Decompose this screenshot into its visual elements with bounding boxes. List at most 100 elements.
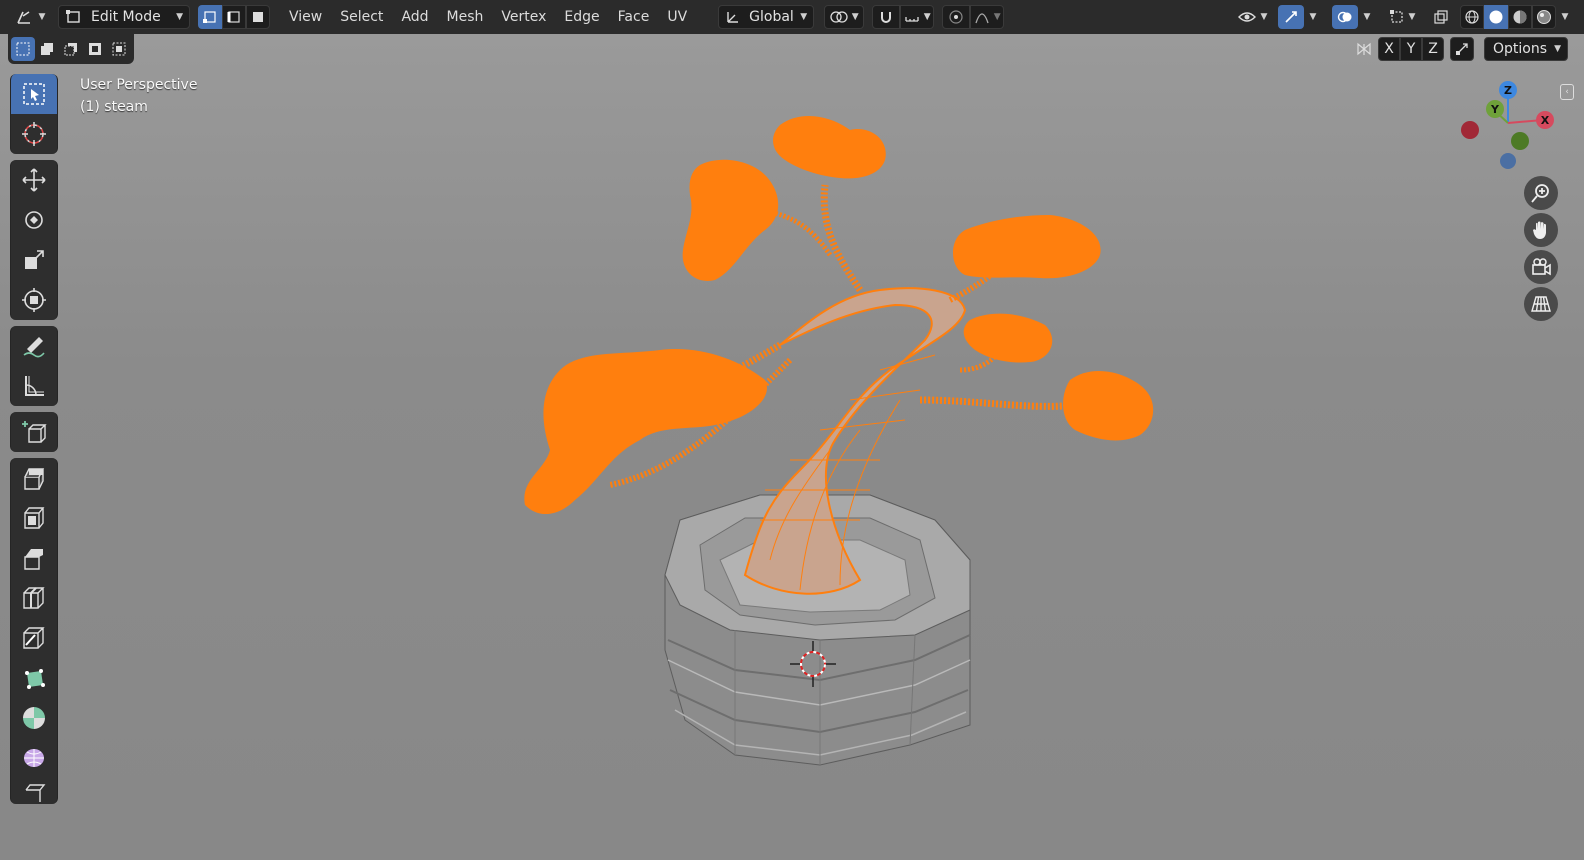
select-mode-group [198,5,270,29]
tool-rotate[interactable] [10,200,58,240]
mesh-edit-overlay-dropdown[interactable]: ▼ [1382,5,1422,29]
tool-poly-build[interactable] [10,658,58,698]
tool-transform[interactable] [10,280,58,320]
select-new-button[interactable] [11,37,35,61]
face-select-button[interactable] [246,5,270,29]
overlay-toggle[interactable] [1332,5,1358,29]
xray-toggle[interactable] [1428,5,1454,29]
editor-type-button[interactable]: ▼ [10,5,50,29]
material-shading-button[interactable] [1508,5,1532,29]
falloff-icon [975,13,989,24]
overlay-dropdown[interactable]: ▼ [1358,5,1376,29]
mirror-y-toggle[interactable]: Y [1400,37,1422,61]
annotate-icon [23,337,45,358]
menu-vertex[interactable]: Vertex [492,5,555,29]
tool-smooth[interactable] [10,738,58,778]
mirror-x-toggle[interactable]: X [1378,37,1400,61]
gizmo-neg-z-axis[interactable] [1500,153,1516,169]
zoom-button[interactable] [1524,176,1558,210]
move-icon [22,168,46,192]
snap-toggle[interactable] [872,5,901,29]
tool-loop-cut[interactable] [10,578,58,618]
edge-select-icon [227,11,240,23]
camera-view-button[interactable] [1524,250,1558,284]
tool-select-box[interactable] [10,74,58,114]
mirror-icon-button[interactable] [1350,37,1378,61]
snap-group: ▼ [872,5,935,29]
menu-face[interactable]: Face [609,5,659,29]
tool-bevel[interactable] [10,538,58,578]
solid-shading-button[interactable] [1484,5,1508,29]
rendered-shading-button[interactable] [1532,5,1556,29]
select-extend-button[interactable] [35,37,59,61]
inset-icon [24,507,45,529]
mirror-z-toggle[interactable]: Z [1422,37,1444,61]
pivot-point-dropdown[interactable]: ▼ [824,5,865,29]
chevron-down-icon: ▼ [1561,12,1569,22]
axis-icon [16,11,30,24]
vertex-select-button[interactable] [198,5,222,29]
3d-viewport[interactable] [0,34,1584,860]
mesh-overlay-icon [1389,10,1403,23]
menu-view[interactable]: View [280,5,331,29]
wireframe-shading-button[interactable] [1460,5,1484,29]
smooth-icon [24,749,44,767]
shading-dropdown[interactable]: ▼ [1556,5,1574,29]
mirror-options-bar: X Y Z Options ▼ [1350,34,1568,64]
select-intersect-button[interactable] [107,37,131,61]
tool-extrude[interactable] [10,458,58,498]
options-label: Options [1493,41,1548,57]
select-extend-icon [41,43,53,55]
tool-move[interactable] [10,160,58,200]
visibility-dropdown[interactable]: ▼ [1232,5,1272,29]
options-dropdown[interactable]: Options ▼ [1484,37,1568,61]
xray-icon [1434,10,1448,24]
menu-select[interactable]: Select [331,5,392,29]
mode-dropdown[interactable]: Edit Mode ▼ [58,5,190,29]
mirror-axis-group: X Y Z [1378,37,1444,61]
menu-edge[interactable]: Edge [555,5,608,29]
transform-orientation-dropdown[interactable]: Global ▼ [718,5,815,29]
tool-scale[interactable] [10,240,58,280]
loop-cut-icon [23,587,45,609]
select-subtract-button[interactable] [59,37,83,61]
pan-button[interactable] [1524,213,1558,247]
viewport-scene[interactable] [0,34,1584,860]
grid-perspective-icon [1531,296,1551,312]
zoom-icon [1531,184,1549,203]
tool-cursor[interactable] [10,114,58,154]
chevron-down-icon: ▼ [1554,44,1561,54]
add-cube-icon [22,421,47,443]
menu-add[interactable]: Add [392,5,437,29]
auto-merge-toggle[interactable] [1450,37,1474,61]
perspective-toggle-button[interactable] [1524,287,1558,321]
menu-mesh[interactable]: Mesh [438,5,493,29]
tool-knife[interactable] [10,618,58,658]
proportional-edit-toggle[interactable] [942,5,971,29]
measure-icon [25,376,44,396]
tool-edge-slide[interactable] [10,778,58,804]
tool-inset[interactable] [10,498,58,538]
bevel-icon [24,549,43,570]
snap-target-dropdown[interactable]: ▼ [900,5,935,29]
gizmo-dropdown[interactable]: ▼ [1304,5,1322,29]
select-invert-button[interactable] [83,37,107,61]
edge-select-button[interactable] [222,5,246,29]
chevron-down-icon: ▼ [1363,12,1371,22]
tool-measure[interactable] [10,366,58,406]
pivot-icon [830,11,848,23]
axis-y-label: Y [1406,41,1416,57]
sidebar-toggle[interactable]: ‹ [1560,84,1574,100]
gizmo-neg-y-axis[interactable] [1511,132,1529,150]
falloff-dropdown[interactable]: ▼ [970,5,1005,29]
tool-add-cube[interactable] [10,412,58,452]
tool-annotate[interactable] [10,326,58,366]
select-new-icon [16,42,30,56]
menu-uv[interactable]: UV [658,5,696,29]
gizmo-neg-x-axis[interactable] [1461,121,1479,139]
navigation-gizmo[interactable]: Z Y X [1455,78,1565,178]
scale-icon [25,250,44,269]
tool-spin[interactable] [10,698,58,738]
gizmo-toggle[interactable] [1278,5,1304,29]
edge-slide-icon [25,784,46,802]
